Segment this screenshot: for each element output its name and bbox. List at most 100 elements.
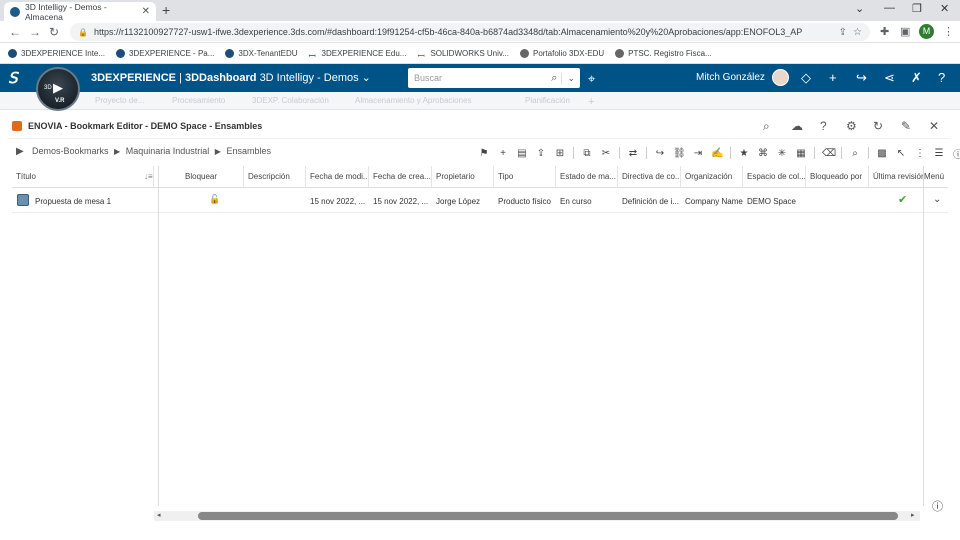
back-icon[interactable]: ← (9, 25, 21, 39)
table-row[interactable]: Propuesta de mesa 1 🔓 15 nov 2022, ... 1… (12, 189, 948, 213)
binoculars-icon[interactable]: ⌘ (757, 148, 769, 159)
column-header-locked-by[interactable]: Bloqueado por (806, 166, 869, 188)
bookmark-item[interactable]: Portafolio 3DX-EDU (519, 48, 604, 58)
column-header-menu[interactable]: Menú (920, 166, 948, 188)
close-icon[interactable]: ✕ (929, 119, 939, 133)
dashboard-tab[interactable]: 3DEXP. Colaboración (252, 96, 329, 105)
column-header-lock[interactable]: Bloquear (181, 166, 244, 188)
help-icon[interactable]: ? (820, 119, 827, 133)
column-header-collab-space[interactable]: Espacio de col... (743, 166, 806, 188)
content-icon[interactable]: ▩ (876, 148, 888, 159)
column-header-owner[interactable]: Propietario (432, 166, 494, 188)
dashboard-name[interactable]: 3D Intelligy - Demos (260, 72, 359, 84)
browser-tab[interactable]: 3D Intelligy - Demos - Almacena ✕ (4, 2, 156, 22)
expand-play-icon[interactable]: ▶ (16, 146, 24, 157)
column-header-maturity[interactable]: Estado de ma... (556, 166, 618, 188)
minimize-icon[interactable]: — (884, 2, 895, 14)
settings-gear-icon[interactable]: ⚙ (846, 119, 857, 133)
forward-icon[interactable]: → (29, 25, 41, 39)
profile-avatar[interactable]: M (919, 24, 934, 39)
breadcrumb-item[interactable]: Demos-Bookmarks (32, 146, 109, 156)
bookmark-item[interactable]: ꟷ 3DEXPERIENCE Edu... (309, 49, 407, 61)
bookmark-item[interactable]: 3DEXPERIENCE - Pa... (116, 48, 214, 58)
report-icon[interactable]: ▦ (795, 148, 807, 159)
search-icon[interactable]: ⌕ (763, 119, 770, 134)
dashboard-tab[interactable]: Procesamiento (172, 96, 225, 105)
column-header-type[interactable]: Tipo (494, 166, 556, 188)
link-icon[interactable]: ⛓ (673, 148, 686, 159)
search-input[interactable]: Buscar ⌕ ⌄ (408, 68, 580, 88)
column-header-modified[interactable]: Fecha de modi... (306, 166, 369, 188)
reload-icon[interactable]: ↻ (49, 25, 59, 39)
favorite-star-icon[interactable]: ★ (738, 148, 750, 159)
star-icon[interactable]: ☆ (853, 27, 862, 38)
url-input[interactable]: 🔒 https://r1132100927727-usw1-ifwe.3dexp… (70, 23, 870, 41)
search-scope-chevron-icon[interactable]: ⌄ (561, 72, 580, 84)
user-avatar[interactable] (772, 69, 789, 86)
breadcrumb-item[interactable]: Ensambles (226, 146, 271, 156)
copy-icon[interactable]: ⧉ (581, 148, 593, 159)
column-header-policy[interactable]: Directiva de co... (618, 166, 681, 188)
share-icon[interactable]: ↪ (856, 70, 867, 86)
bookmark-item[interactable]: 3DEXPERIENCE Inte... (8, 48, 105, 58)
refresh-icon[interactable]: ↻ (873, 119, 883, 133)
help-icon[interactable]: ? (938, 70, 945, 85)
tag-add-icon[interactable]: ◇ (801, 70, 811, 86)
add-icon[interactable]: + (497, 148, 509, 159)
unlock-icon[interactable]: 🔓 (209, 194, 220, 205)
close-window-icon[interactable]: ✕ (940, 2, 949, 15)
chevron-down-icon[interactable]: ⌄ (362, 72, 371, 84)
collapse-icon[interactable]: ✳ (776, 148, 788, 159)
chevron-down-icon[interactable]: ⌄ (933, 194, 941, 205)
add-icon[interactable]: + (829, 70, 837, 85)
bookmark-item[interactable]: PTSC. Registro Fisca... (615, 48, 712, 58)
column-header-title[interactable]: Título (12, 166, 154, 188)
bookmark-add-icon[interactable]: ⚑ (478, 148, 490, 159)
new-tab-icon[interactable]: + (162, 2, 170, 18)
share-icon[interactable]: ↪ (654, 148, 666, 159)
column-header-last-revision[interactable]: Última revisión (869, 166, 924, 188)
restore-icon[interactable]: ❐ (912, 2, 922, 15)
user-name[interactable]: Mitch González (696, 72, 765, 83)
dashboard-tab[interactable]: Proyecto de... (95, 96, 144, 105)
info-icon[interactable]: ⓘ (932, 498, 943, 514)
scrollbar-thumb[interactable] (198, 512, 898, 520)
upload-icon[interactable]: ⇪ (535, 148, 547, 159)
search-icon[interactable]: ⌕ (551, 72, 561, 85)
breadcrumb-item[interactable]: Maquinaria Industrial (126, 146, 210, 156)
tag-icon[interactable]: ⌖ (588, 71, 595, 87)
tools-icon[interactable]: ✗ (911, 70, 922, 86)
browser-menu-icon[interactable]: ⋮ (943, 25, 954, 38)
user-edit-icon[interactable]: ✍ (711, 148, 723, 159)
scroll-right-icon[interactable]: ▸ (911, 511, 915, 519)
horizontal-scrollbar[interactable]: ◂ ▸ (154, 511, 920, 521)
bookmark-item[interactable]: 3DX-TenantEDU (225, 48, 298, 58)
delete-trash-icon[interactable]: ⌫ (822, 148, 836, 159)
extensions-icon[interactable]: ✚ (880, 25, 889, 38)
search-icon[interactable]: ⌕ (849, 148, 861, 159)
info-icon[interactable]: ⓘ (952, 146, 960, 161)
network-icon[interactable]: ⋖ (884, 70, 895, 86)
compass-icon[interactable]: 3D ▶ V.R (36, 67, 80, 111)
close-tab-icon[interactable]: ✕ (142, 6, 150, 17)
dashboard-tab[interactable]: Planificación (525, 96, 570, 105)
add-tab-icon[interactable]: + (588, 96, 594, 108)
pin-icon[interactable]: ✎ (901, 119, 911, 133)
cell-title[interactable]: Propuesta de mesa 1 (31, 189, 156, 213)
share-icon[interactable]: ⇪ (839, 27, 847, 38)
sort-icon[interactable]: ↓≡ (144, 172, 153, 181)
column-header-organization[interactable]: Organización (681, 166, 743, 188)
column-header-description[interactable]: Descripción (244, 166, 306, 188)
login-icon[interactable]: ⇥ (692, 148, 704, 159)
scroll-left-icon[interactable]: ◂ (157, 511, 161, 519)
cloud-icon[interactable]: ☁ (791, 119, 803, 133)
tab-search-icon[interactable]: ⌄ (855, 2, 864, 15)
column-header-created[interactable]: Fecha de crea... (369, 166, 432, 188)
more-vertical-icon[interactable]: ⋮ (914, 148, 926, 159)
dashboard-tab[interactable]: Almacenamiento y Aprobaciones (355, 96, 472, 105)
sync-icon[interactable]: ⇄ (627, 148, 639, 159)
cut-icon[interactable]: ✂ (600, 148, 612, 159)
select-mode-icon[interactable]: ↖ (895, 148, 907, 159)
insert-icon[interactable]: ▤ (516, 148, 528, 159)
bookmark-item[interactable]: ꟷ SOLIDWORKS Univ... (417, 49, 509, 61)
